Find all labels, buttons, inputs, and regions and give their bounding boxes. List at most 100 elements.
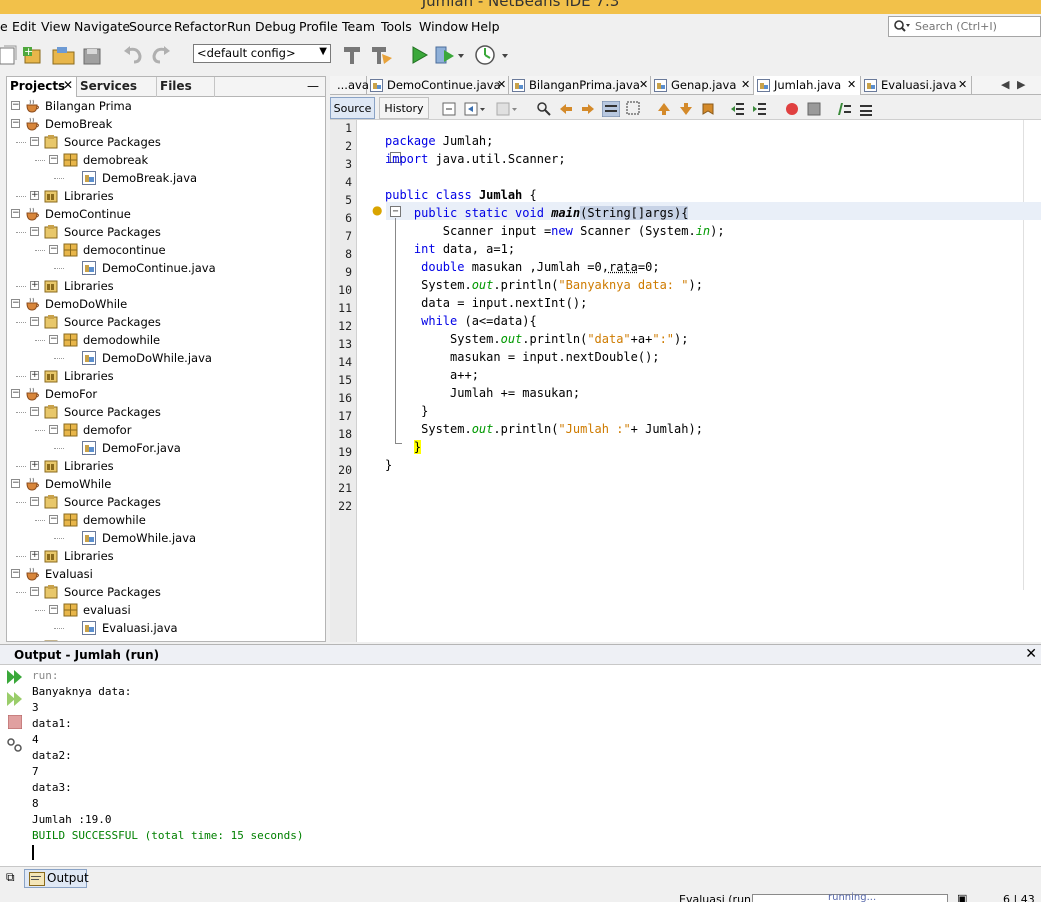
minimize-icon[interactable]: — [307, 79, 319, 93]
clean-build-icon[interactable] [342, 44, 364, 66]
collapse-icon[interactable]: − [30, 317, 39, 326]
tab-files[interactable]: Files [157, 77, 215, 97]
collapse-icon[interactable]: − [30, 227, 39, 236]
tree-node-package[interactable]: − evaluasi [7, 601, 325, 619]
tree-node-project[interactable]: − Evaluasi [7, 565, 325, 583]
tree-node-package[interactable]: − demobreak [7, 151, 325, 169]
tree-node-project[interactable]: − DemoWhile [7, 475, 325, 493]
tree-node-project[interactable]: − DemoDoWhile [7, 295, 325, 313]
previous-bookmark-icon[interactable] [656, 101, 672, 117]
collapse-icon[interactable]: − [49, 155, 58, 164]
tree-node-package[interactable]: − demofor [7, 421, 325, 439]
collapse-icon[interactable]: − [11, 209, 20, 218]
find-previous-icon[interactable] [558, 101, 574, 117]
collapse-icon[interactable]: − [11, 479, 20, 488]
profile-icon[interactable] [474, 44, 508, 66]
collapse-icon[interactable]: − [11, 569, 20, 578]
tab-jumlah[interactable]: Jumlah.java ✕ [754, 76, 861, 95]
menu-edit[interactable]: Edit [12, 19, 36, 34]
toggle-bookmark-icon[interactable] [700, 101, 716, 117]
close-icon[interactable]: ✕ [741, 78, 750, 91]
lightbulb-hint-icon[interactable]: ● [372, 203, 382, 217]
new-file-icon[interactable] [0, 44, 22, 66]
tab-projects[interactable]: Projects ✕ [7, 77, 77, 97]
new-project-icon[interactable]: + [22, 44, 44, 66]
collapse-icon[interactable]: − [30, 407, 39, 416]
close-icon[interactable]: ✕ [847, 78, 856, 91]
stop-icon[interactable] [7, 714, 23, 732]
tree-node-project[interactable]: − Bilangan Prima [7, 97, 325, 115]
undo-icon[interactable] [122, 44, 144, 66]
close-icon[interactable]: ✕ [63, 78, 73, 92]
tree-node-folder[interactable]: − Source Packages [7, 583, 325, 601]
collapse-icon[interactable]: − [11, 101, 20, 110]
last-edit-icon[interactable] [442, 101, 458, 117]
collapse-icon[interactable]: − [11, 119, 20, 128]
toggle-highlight-icon[interactable] [601, 100, 621, 118]
rectangular-select-icon[interactable] [626, 101, 642, 117]
close-icon[interactable]: ✕ [958, 78, 967, 91]
rerun-icon[interactable] [6, 669, 24, 688]
back-icon[interactable] [464, 101, 485, 117]
tree-node-library[interactable]: + Libraries [7, 187, 325, 205]
collapse-icon[interactable]: − [49, 335, 58, 344]
find-next-icon[interactable] [580, 101, 596, 117]
tree-node-file[interactable]: DemoWhile.java [7, 529, 325, 547]
menu-profile[interactable]: Profile [299, 19, 338, 34]
tree-node-file[interactable]: DemoContinue.java [7, 259, 325, 277]
redo-icon[interactable] [150, 44, 172, 66]
menu-navigate[interactable]: Navigate [74, 19, 130, 34]
expand-icon[interactable]: + [30, 191, 39, 200]
tab-file-prev[interactable]: ...ava [330, 76, 369, 95]
collapse-icon[interactable]: − [49, 245, 58, 254]
close-icon[interactable]: ✕ [1025, 646, 1037, 662]
search-box[interactable] [888, 16, 1041, 37]
run-progress-bar[interactable]: running... [752, 892, 948, 902]
tree-node-project[interactable]: − DemoBreak [7, 115, 325, 133]
tab-evaluasi[interactable]: Evaluasi.java ✕ [861, 76, 972, 95]
close-icon[interactable]: ✕ [639, 78, 648, 91]
close-icon[interactable]: ✕ [497, 78, 506, 91]
menu-view[interactable]: View [41, 19, 71, 34]
expand-icon[interactable]: + [30, 461, 39, 470]
expand-icon[interactable]: + [30, 551, 39, 560]
tree-node-file[interactable]: Evaluasi.java [7, 619, 325, 637]
tab-genap[interactable]: Genap.java ✕ [651, 76, 754, 95]
run-icon[interactable] [408, 44, 430, 66]
restore-window-icon[interactable]: ⧉ [6, 870, 15, 885]
tree-node-folder[interactable]: − Source Packages [7, 223, 325, 241]
save-all-icon[interactable] [82, 44, 104, 66]
collapse-icon[interactable]: − [11, 389, 20, 398]
collapse-icon[interactable]: − [49, 605, 58, 614]
tab-scroll-left-icon[interactable]: ◀ [1001, 78, 1009, 91]
collapse-icon[interactable]: − [49, 425, 58, 434]
debug-icon[interactable] [434, 44, 464, 66]
collapse-icon[interactable]: − [30, 497, 39, 506]
tree-node-folder[interactable]: − Source Packages [7, 403, 325, 421]
shift-right-icon[interactable] [752, 101, 768, 117]
tree-node-library[interactable]: + Libraries [7, 457, 325, 475]
menu-run[interactable]: Run [227, 19, 251, 34]
collapse-icon[interactable]: − [11, 299, 20, 308]
menu-refactor[interactable]: Refactor [174, 19, 226, 34]
collapse-icon[interactable]: − [30, 587, 39, 596]
tree-node-library[interactable]: + Libraries [7, 637, 325, 641]
source-view-tab[interactable]: Source [330, 97, 375, 119]
uncomment-icon[interactable] [858, 101, 874, 117]
next-bookmark-icon[interactable] [678, 101, 694, 117]
tab-bilanganprima[interactable]: BilanganPrima.java ✕ [509, 76, 651, 95]
tree-node-package[interactable]: − demodowhile [7, 331, 325, 349]
tree-node-library[interactable]: + Libraries [7, 547, 325, 565]
find-icon[interactable] [536, 101, 552, 117]
expand-icon[interactable]: + [30, 371, 39, 380]
config-dropdown[interactable]: <default config> ▼ [193, 44, 331, 63]
tree-node-library[interactable]: + Libraries [7, 367, 325, 385]
tree-node-project[interactable]: − DemoFor [7, 385, 325, 403]
tree-node-file[interactable]: DemoBreak.java [7, 169, 325, 187]
menu-tools[interactable]: Tools [381, 19, 412, 34]
rerun-with-options-icon[interactable] [6, 691, 24, 710]
comment-icon[interactable] [836, 101, 852, 117]
shift-left-icon[interactable] [730, 101, 746, 117]
menu-debug[interactable]: Debug [255, 19, 296, 34]
cancel-task-icon[interactable]: ▣ [957, 892, 967, 902]
